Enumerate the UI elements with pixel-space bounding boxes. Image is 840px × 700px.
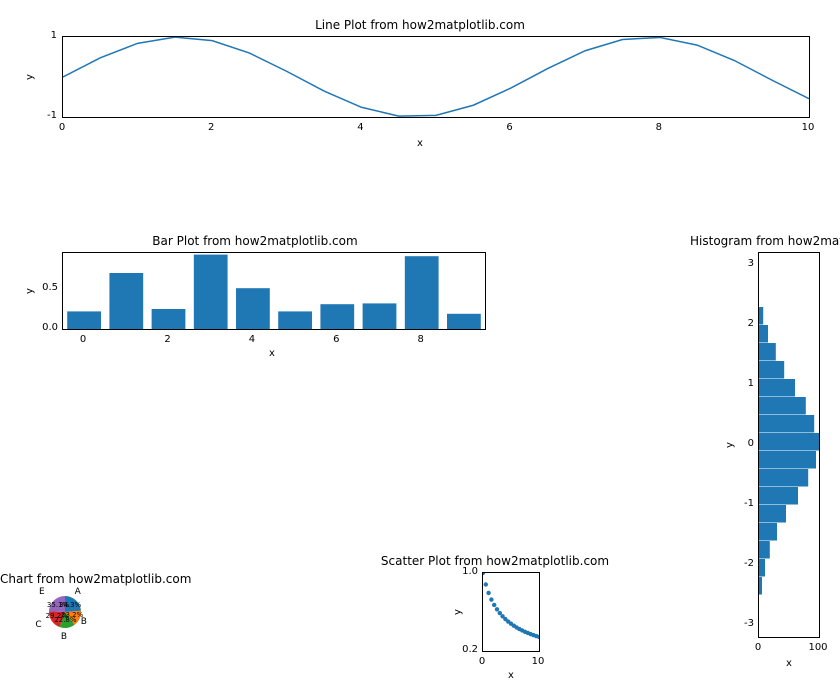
scatter-point <box>489 597 493 601</box>
pie-chart-title: Chart from how2matplotlib.com <box>0 572 180 586</box>
histogram-bar <box>759 379 795 397</box>
histogram-bar <box>759 397 806 415</box>
scatter-point <box>492 603 496 607</box>
histogram-chart-xtick-label: 100 <box>808 642 827 653</box>
histogram-bar <box>759 505 786 523</box>
pie-slice-label: C <box>35 620 41 630</box>
bar-chart-ytick-label: 0.0 <box>38 322 58 333</box>
histogram-bar <box>759 559 765 577</box>
bar <box>405 256 439 329</box>
scatter-chart-ylabel: y <box>453 609 464 615</box>
pie-slice-percent: 35.1% <box>47 601 69 609</box>
pie-slice-label: A <box>75 587 81 597</box>
histogram-chart-ytick-label: 2 <box>738 318 754 329</box>
bar-chart-ytick-label: 0.5 <box>38 282 58 293</box>
histogram-chart: Histogram from how2matplotlib.com 0 100 -… <box>680 230 840 690</box>
bar-chart-xlabel: x <box>269 348 275 359</box>
histogram-chart-ylabel: y <box>725 442 736 448</box>
bar <box>278 311 312 329</box>
histogram-chart-title: Histogram from how2matplotlib.com <box>680 234 840 248</box>
scatter-chart-xtick-label: 0 <box>479 656 485 667</box>
scatter-point <box>483 573 485 575</box>
histogram-chart-ytick-label: 0 <box>738 438 754 449</box>
scatter-point <box>495 607 499 611</box>
bar <box>236 288 270 329</box>
line-chart-plot-area <box>62 36 810 118</box>
scatter-point <box>486 591 490 595</box>
line-chart-title: Line Plot from how2matplotlib.com <box>0 18 840 32</box>
histogram-chart-ytick-label: -2 <box>738 558 754 569</box>
scatter-point <box>484 582 488 586</box>
pie-slice-label: B <box>61 632 67 642</box>
bar-chart-xtick-label: 6 <box>333 334 339 345</box>
line-chart-ytick-label: -1 <box>17 110 57 121</box>
histogram-bar <box>759 433 819 451</box>
histogram-bar <box>759 541 770 559</box>
scatter-chart-xtick-label: 10 <box>532 656 545 667</box>
histogram-bar <box>759 451 816 469</box>
line-chart-xtick-label: 0 <box>59 122 65 133</box>
line-chart-ytick-label: 1 <box>17 30 57 41</box>
scatter-chart-ytick-label: 0.2 <box>456 644 478 655</box>
histogram-bar <box>759 487 798 505</box>
histogram-chart-xtick-label: 0 <box>755 642 761 653</box>
histogram-bar <box>759 307 763 325</box>
bar <box>320 304 354 329</box>
histogram-bar <box>759 523 777 541</box>
bar <box>67 311 101 329</box>
histogram-chart-ytick-label: -1 <box>738 498 754 509</box>
scatter-chart-xlabel: x <box>508 670 514 681</box>
line-chart-ylabel: y <box>25 74 36 80</box>
line-chart-xtick-label: 2 <box>208 122 214 133</box>
bar-chart-ylabel: y <box>25 288 36 294</box>
histogram-chart-xlabel: x <box>786 658 792 669</box>
bar <box>109 273 143 329</box>
line-chart-xtick-label: 6 <box>506 122 512 133</box>
scatter-chart-plot-area <box>482 572 540 652</box>
pie-slice-percent: 29.2% <box>46 612 68 620</box>
histogram-chart-ytick-label: 3 <box>738 258 754 269</box>
histogram-bar <box>759 343 776 361</box>
bar <box>194 255 228 329</box>
line-chart: Line Plot from how2matplotlib.com 0 2 4 6 8 1… <box>0 0 840 160</box>
histogram-bar <box>759 469 808 487</box>
histogram-bar <box>759 415 814 433</box>
histogram-chart-ytick-label: 1 <box>738 378 754 389</box>
line-chart-xlabel: x <box>417 138 423 149</box>
scatter-chart-title: Scatter Plot from how2matplotlib.com <box>370 554 620 568</box>
line-chart-xtick-label: 8 <box>656 122 662 133</box>
histogram-chart-plot-area <box>758 252 820 638</box>
bar <box>363 303 397 329</box>
bar <box>152 309 186 329</box>
line-chart-xtick-label: 10 <box>802 122 815 133</box>
bar <box>447 314 481 329</box>
histogram-bar <box>759 361 784 379</box>
histogram-bar <box>759 577 762 595</box>
bar-chart-xtick-label: 4 <box>249 334 255 345</box>
bar-chart-title: Bar Plot from how2matplotlib.com <box>0 234 510 248</box>
bar-chart-xtick-label: 0 <box>80 334 86 345</box>
bar-chart-xtick-label: 2 <box>164 334 170 345</box>
line-chart-xtick-label: 4 <box>357 122 363 133</box>
histogram-bar <box>759 325 768 343</box>
scatter-chart: Scatter Plot from how2matplotlib.com 0 10… <box>370 550 620 690</box>
pie-slice-label: E <box>39 587 45 597</box>
bar-chart-xtick-label: 8 <box>418 334 424 345</box>
scatter-chart-ytick-label: 1.0 <box>456 566 478 577</box>
bar-chart: Bar Plot from how2matplotlib.com 0 2 4 6 8 0… <box>0 230 510 370</box>
line-series <box>63 37 809 116</box>
histogram-chart-ytick-label: -3 <box>738 618 754 629</box>
pie-chart: Chart from how2matplotlib.com A34.3%B23.… <box>0 560 180 680</box>
bar-chart-plot-area <box>62 252 486 330</box>
